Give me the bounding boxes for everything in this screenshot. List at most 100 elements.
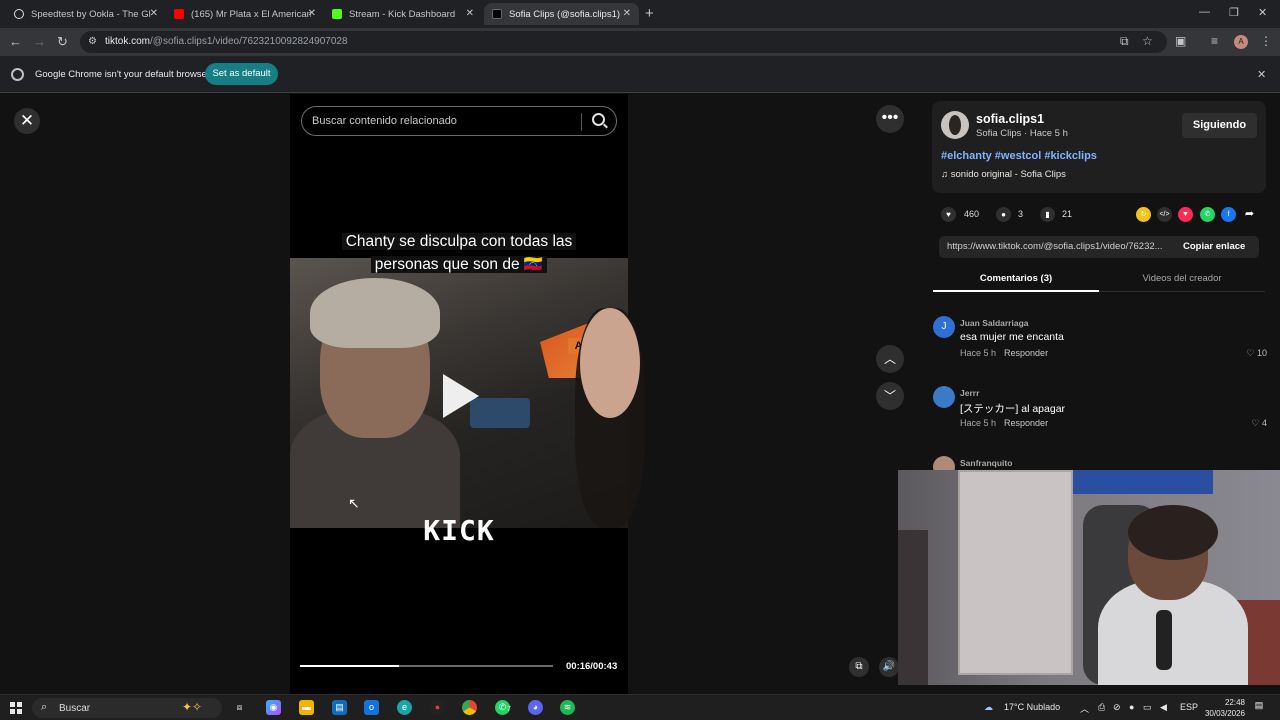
profile-avatar[interactable]: A <box>1234 35 1248 49</box>
commenter-name[interactable]: Sanfranquito <box>960 458 1012 468</box>
taskbar-search-label: Buscar <box>59 703 91 714</box>
outlook-icon[interactable]: o <box>364 700 379 715</box>
tray-display-icon[interactable]: ▭ <box>1143 702 1152 713</box>
tab-youtube[interactable]: (165) Mr Plata x El Americano 4 ✕ <box>166 3 324 25</box>
copy-link-button[interactable]: Copiar enlace <box>1183 241 1245 252</box>
facebook-icon[interactable]: f <box>1221 207 1236 222</box>
close-tab-icon[interactable]: ✕ <box>466 8 474 19</box>
close-video-button[interactable]: ✕ <box>14 108 40 134</box>
media-control-icon[interactable]: ≡ <box>1211 34 1218 48</box>
volume-icon[interactable]: 🔊 <box>879 657 899 677</box>
extensions-icon[interactable]: ▣ <box>1175 34 1186 48</box>
more-options-button[interactable]: ••• <box>876 105 904 133</box>
infobar-message: Google Chrome isn't your default browser <box>35 69 211 80</box>
bookmark-star-icon[interactable]: ☆ <box>1142 34 1153 48</box>
following-button[interactable]: Siguiendo <box>1182 113 1257 138</box>
notification-icon[interactable]: ▤ <box>1252 700 1266 714</box>
tab-speedtest[interactable]: Speedtest by Ookla - The Global ✕ <box>6 3 166 25</box>
site-info-icon[interactable]: ⚙ <box>88 36 97 47</box>
tab-title: Sofia Clips (@sofia.clips1) | TikTok <box>509 8 621 20</box>
windows-start-icon[interactable] <box>10 702 22 714</box>
reply-button[interactable]: Responder <box>1004 348 1048 358</box>
video-woman-face <box>580 308 640 418</box>
comment-like[interactable]: ♡ 10 <box>1246 348 1267 359</box>
creator-avatar[interactable] <box>941 111 969 139</box>
weather-cloud-icon[interactable]: ☁ <box>984 702 993 713</box>
sound-link[interactable]: ♫ sonido original - Sofia Clips <box>941 169 1066 180</box>
store-icon[interactable]: ▤ <box>332 700 347 715</box>
tray-volume-icon[interactable]: ◀ <box>1160 702 1167 713</box>
spotify-icon[interactable]: ≋ <box>560 700 575 715</box>
restore-icon[interactable]: ❐ <box>1229 6 1239 19</box>
chrome-taskbar-icon[interactable] <box>462 700 477 715</box>
default-browser-infobar: Google Chrome isn't your default browser… <box>0 56 1280 93</box>
reply-button[interactable]: Responder <box>1004 418 1048 428</box>
file-explorer-icon[interactable]: ▬ <box>299 700 314 715</box>
mouse-cursor-icon: ↖ <box>348 495 360 511</box>
reload-icon[interactable]: ↻ <box>57 34 68 50</box>
infobar-close-icon[interactable]: ✕ <box>1257 68 1266 81</box>
speedtest-favicon-icon <box>14 9 24 19</box>
address-bar[interactable]: ⚙ tiktok.com/@sofia.clips1/video/7623210… <box>80 31 1167 53</box>
webcam-door <box>958 470 1073 675</box>
edge-icon[interactable]: e <box>397 700 412 715</box>
minimize-icon[interactable]: — <box>1199 6 1210 18</box>
window-close-icon[interactable]: ✕ <box>1258 6 1267 19</box>
tray-mic-icon[interactable]: ● <box>1129 702 1134 712</box>
heart-outline-icon: ♡ <box>1251 418 1262 428</box>
webcam-person-hair <box>1128 505 1218 560</box>
taskbar-search[interactable]: ⌕ Buscar ✦✧ <box>32 698 222 718</box>
commenter-name[interactable]: Jerrr <box>960 388 979 398</box>
comment-like[interactable]: ♡ 4 <box>1251 418 1267 429</box>
hashtags[interactable]: #elchanty #westcol #kickclips <box>941 150 1097 162</box>
discord-icon[interactable]: ◕ <box>528 700 543 715</box>
new-tab-button[interactable]: + <box>645 5 654 22</box>
app-icon[interactable]: ● <box>430 700 445 715</box>
taskbar-clock[interactable]: 22:48 30/03/2026 <box>1197 697 1245 719</box>
related-search-input[interactable]: Buscar contenido relacionado <box>301 106 617 136</box>
send-icon[interactable]: ▼ <box>1178 207 1193 222</box>
chrome-menu-icon[interactable]: ⋮ <box>1260 34 1272 48</box>
cast-icon[interactable]: ⧉ <box>1120 34 1129 49</box>
previous-video-button[interactable]: ︿ <box>876 345 904 373</box>
share-link-text[interactable]: https://www.tiktok.com/@sofia.clips1/vid… <box>947 241 1169 252</box>
commenter-name[interactable]: Juan Saldarriaga <box>960 318 1029 328</box>
tray-device-icon[interactable]: ⎙ <box>1098 702 1105 713</box>
tab-kick-dashboard[interactable]: Stream - Kick Dashboard ✕ <box>324 3 482 25</box>
tray-network-off-icon[interactable]: ⊘ <box>1113 702 1121 713</box>
webcam-dark-corner <box>898 530 928 685</box>
like-heart-icon[interactable]: ♥ <box>941 207 956 222</box>
language-indicator[interactable]: ESP <box>1180 702 1198 712</box>
back-arrow-icon[interactable]: ← <box>9 34 22 49</box>
active-tab-indicator <box>933 290 1099 292</box>
comment-icon[interactable]: ● <box>996 207 1011 222</box>
commenter-avatar[interactable] <box>933 386 955 408</box>
close-tab-icon[interactable]: ✕ <box>623 8 631 19</box>
bookmark-icon[interactable]: ▮ <box>1040 207 1055 222</box>
share-arrow-icon[interactable]: ➦ <box>1242 207 1257 222</box>
embed-code-icon[interactable]: </> <box>1157 207 1172 222</box>
search-icon[interactable] <box>592 113 605 126</box>
tab-creator-videos[interactable]: Videos del creador <box>1099 273 1265 284</box>
close-tab-icon[interactable]: ✕ <box>308 8 316 19</box>
floating-player-icon[interactable]: ⧉ <box>849 657 869 677</box>
tab-tiktok[interactable]: Sofia Clips (@sofia.clips1) | TikTok ✕ <box>484 3 639 25</box>
repost-icon[interactable]: ↻ <box>1136 207 1151 222</box>
whatsapp-icon[interactable]: ✆ <box>1200 207 1215 222</box>
close-tab-icon[interactable]: ✕ <box>150 8 158 19</box>
copilot-icon[interactable]: ◉ <box>266 700 281 715</box>
commenter-avatar[interactable]: J <box>933 316 955 338</box>
creator-username[interactable]: sofia.clips1 <box>976 112 1044 126</box>
weather-text[interactable]: 17°C Nublado <box>1004 702 1060 712</box>
tab-comments[interactable]: Comentarios (3) <box>933 273 1099 284</box>
forward-arrow-icon[interactable]: → <box>33 34 46 49</box>
set-as-default-button[interactable]: Set as default <box>205 63 278 85</box>
video-progress-bar[interactable] <box>300 665 553 667</box>
music-note-icon: ♫ <box>941 169 951 180</box>
caption-line-1: Chanty se disculpa con todas las <box>341 233 577 250</box>
task-view-icon[interactable]: ⧈ <box>232 700 247 715</box>
next-video-button[interactable]: ﹀ <box>876 382 904 410</box>
play-icon[interactable] <box>443 374 479 418</box>
windows-taskbar: ⌕ Buscar ✦✧ ⧈ ◉ ▬ ▤ o e ● ✆ 7 ◕ ≋ ☁ 17°C… <box>0 694 1280 720</box>
tray-chevron-icon[interactable]: ︿ <box>1080 702 1089 715</box>
